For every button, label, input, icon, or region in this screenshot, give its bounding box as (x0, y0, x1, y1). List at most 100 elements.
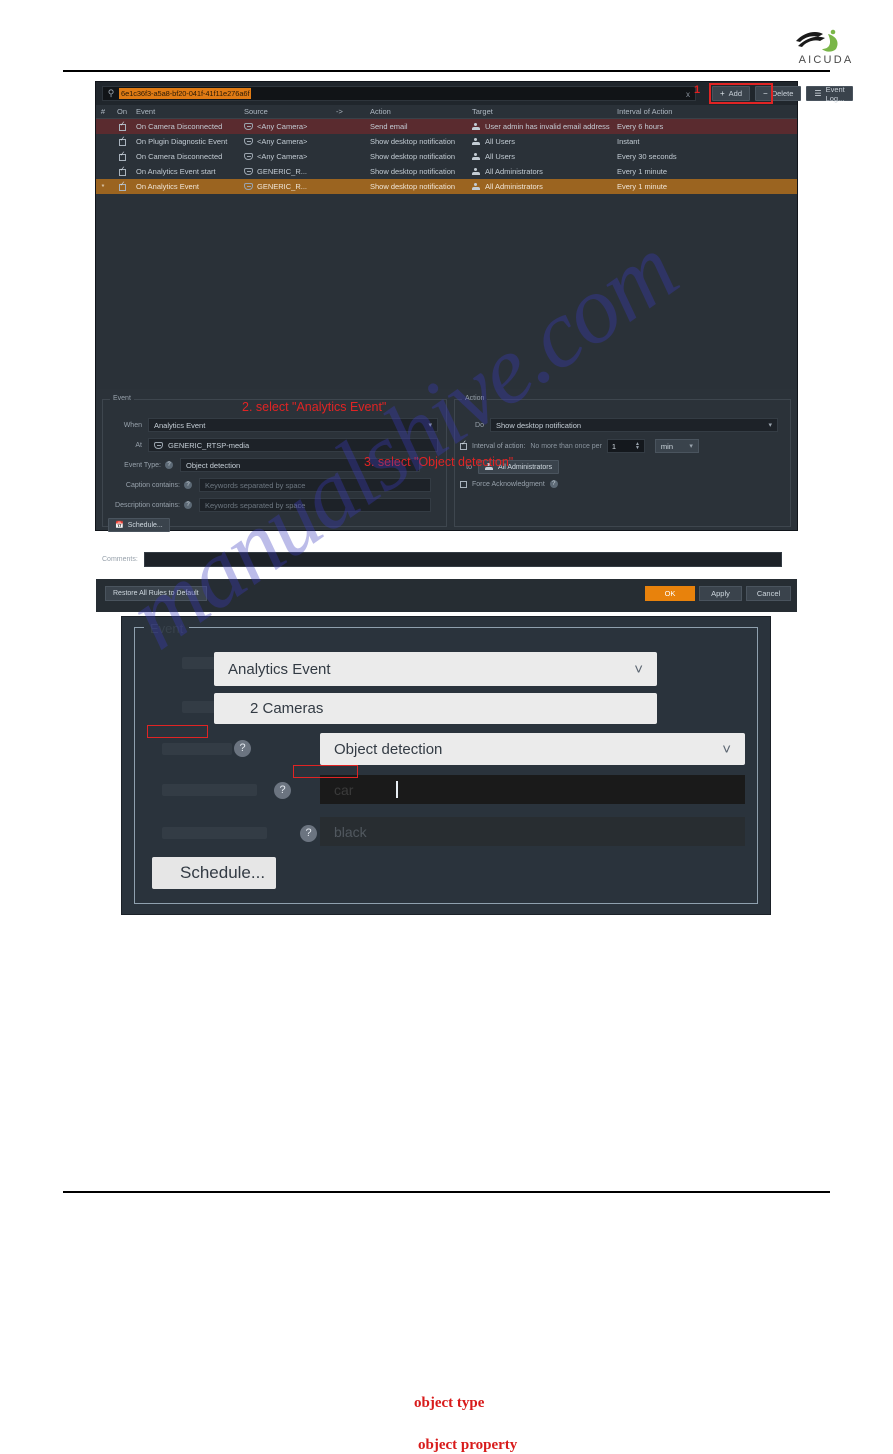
row-enabled-checkbox[interactable] (118, 136, 126, 146)
annotation-step-1: 1 (694, 84, 701, 96)
stepper-arrows-icon[interactable]: ▲ ▼ (635, 442, 640, 451)
force-ack-checkbox[interactable] (460, 480, 467, 488)
help-icon[interactable]: ? (184, 501, 192, 509)
calendar-icon: 📅 (115, 522, 124, 529)
brand-logo: AICUDA (778, 28, 874, 72)
table-row[interactable]: On Analytics Event start GENERIC_R... Show… (96, 164, 797, 179)
cell-source-text: <Any Camera> (257, 152, 308, 161)
cell-on[interactable] (110, 151, 134, 161)
camera-icon (244, 168, 253, 175)
ok-button[interactable]: OK (645, 586, 695, 601)
force-ack-row: Force Acknowledgment ? (460, 480, 558, 488)
zoomed-event-type-select[interactable]: Object detection ˅ (320, 733, 745, 765)
annotation-object-type: object type (414, 1395, 485, 1411)
delete-button-label: Delete (771, 89, 794, 98)
cell-num: * (96, 182, 110, 191)
cell-event: On Analytics Event (134, 182, 244, 191)
at-select[interactable]: GENERIC_RTSP-media (148, 438, 438, 452)
cell-interval: Every 30 seconds (617, 152, 797, 161)
aicuda-swoosh-logo (796, 29, 838, 52)
users-icon (472, 182, 481, 191)
camera-icon (244, 183, 253, 190)
header-num: # (100, 107, 106, 116)
zoomed-object-property-value: black (334, 823, 367, 840)
table-row[interactable]: On Plugin Diagnostic Event <Any Camera> Sh… (96, 134, 797, 149)
zoomed-object-property-input[interactable]: black (320, 817, 745, 846)
chevron-down-icon: ▾ (428, 422, 432, 429)
cell-target: All Administrators (472, 167, 617, 176)
when-select[interactable]: Analytics Event ▾ (148, 418, 438, 432)
cancel-button[interactable]: Cancel (746, 586, 791, 601)
cell-on[interactable] (110, 136, 134, 146)
restore-defaults-button[interactable]: Restore All Rules to Default (105, 586, 207, 601)
cell-event: On Camera Disconnected (134, 152, 244, 161)
zoomed-event-group-label: Event (144, 621, 190, 636)
cell-target: All Users (472, 152, 617, 161)
camera-icon (244, 153, 253, 160)
zoomed-when-value: Analytics Event (228, 660, 331, 678)
do-select[interactable]: Show desktop notification ▾ (490, 418, 778, 432)
at-label: At (135, 441, 142, 449)
event-log-button[interactable]: ☰ Event Log... (806, 84, 853, 103)
table-row[interactable]: * On Analytics Event GENERIC_R... Show desk… (96, 179, 797, 194)
caption-input[interactable]: Keywords separated by space (199, 478, 431, 492)
cell-source-text: <Any Camera> (257, 122, 308, 131)
search-clear-button[interactable]: x (686, 90, 690, 99)
interval-value-stepper[interactable]: 1 ▲ ▼ (606, 439, 645, 453)
add-button-highlight (709, 83, 773, 104)
help-icon-event-type[interactable]: ? (234, 740, 251, 757)
cell-on[interactable] (110, 121, 134, 131)
row-enabled-checkbox[interactable] (118, 181, 126, 191)
zoomed-object-type-value: car (334, 781, 354, 798)
row-enabled-checkbox[interactable] (118, 121, 126, 131)
users-icon (472, 137, 481, 146)
when-value: Analytics Event (154, 420, 206, 430)
caption-label: Caption contains: (125, 481, 180, 489)
caption-row: Caption contains: ? Keywords separated b… (104, 478, 440, 492)
interval-row: Interval of action: No more than once pe… (460, 439, 790, 453)
chevron-down-icon: ▾ (768, 422, 772, 429)
users-icon (472, 167, 481, 176)
cell-action: Show desktop notification (370, 167, 472, 176)
help-icon[interactable]: ? (165, 461, 173, 469)
description-input[interactable]: Keywords separated by space (199, 498, 431, 512)
interval-unit-select[interactable]: min ▾ (654, 439, 699, 453)
ghost-event-type-label (162, 743, 232, 755)
zoomed-when-select[interactable]: Analytics Event ˅ (214, 652, 657, 686)
help-icon-object-property[interactable]: ? (300, 825, 317, 842)
comments-input[interactable] (143, 552, 782, 567)
cell-source-text: <Any Camera> (257, 137, 308, 146)
description-label: Description contains: (115, 501, 180, 509)
event-log-button-label: Event Log... (825, 84, 845, 103)
help-icon-object-type[interactable]: ? (274, 782, 291, 799)
schedule-button[interactable]: 📅 Schedule... (108, 518, 170, 532)
ghost-caption-label (162, 784, 257, 796)
search-icon: ⚲ (107, 88, 115, 98)
search-input[interactable]: ⚲ 6e1c36f3-a5a8-bf20-041f-41f11e276a6f x (102, 86, 696, 101)
when-label: When (123, 421, 142, 429)
cell-source-text: GENERIC_R... (257, 167, 308, 176)
table-row[interactable]: On Camera Disconnected <Any Camera> Send e… (96, 119, 797, 134)
help-icon[interactable]: ? (184, 481, 192, 489)
cell-interval-text: Every 1 minute (617, 182, 668, 191)
row-enabled-checkbox[interactable] (118, 151, 126, 161)
cell-target: User admin has invalid email address (472, 122, 617, 131)
cell-on[interactable] (110, 181, 134, 191)
cell-interval: Every 1 minute (617, 182, 797, 191)
cell-source-text: GENERIC_R... (257, 182, 308, 191)
at-value: GENERIC_RTSP-media (168, 440, 250, 450)
zoomed-at-select[interactable]: 2 Cameras (214, 693, 657, 724)
help-icon[interactable]: ? (549, 480, 558, 488)
ghost-description-label (162, 827, 267, 839)
zoomed-object-type-input[interactable]: car (320, 775, 745, 804)
table-row[interactable]: On Camera Disconnected <Any Camera> Show d… (96, 149, 797, 164)
cell-target-text: All Administrators (485, 167, 543, 176)
cell-target: All Users (472, 137, 617, 146)
row-enabled-checkbox[interactable] (118, 166, 126, 176)
brand-name: AICUDA (798, 54, 854, 66)
zoomed-schedule-button[interactable]: Schedule... (152, 857, 276, 889)
caption-placeholder: Keywords separated by space (205, 480, 306, 490)
cell-on[interactable] (110, 166, 134, 176)
interval-checkbox[interactable] (460, 440, 467, 450)
apply-button[interactable]: Apply (699, 586, 742, 601)
